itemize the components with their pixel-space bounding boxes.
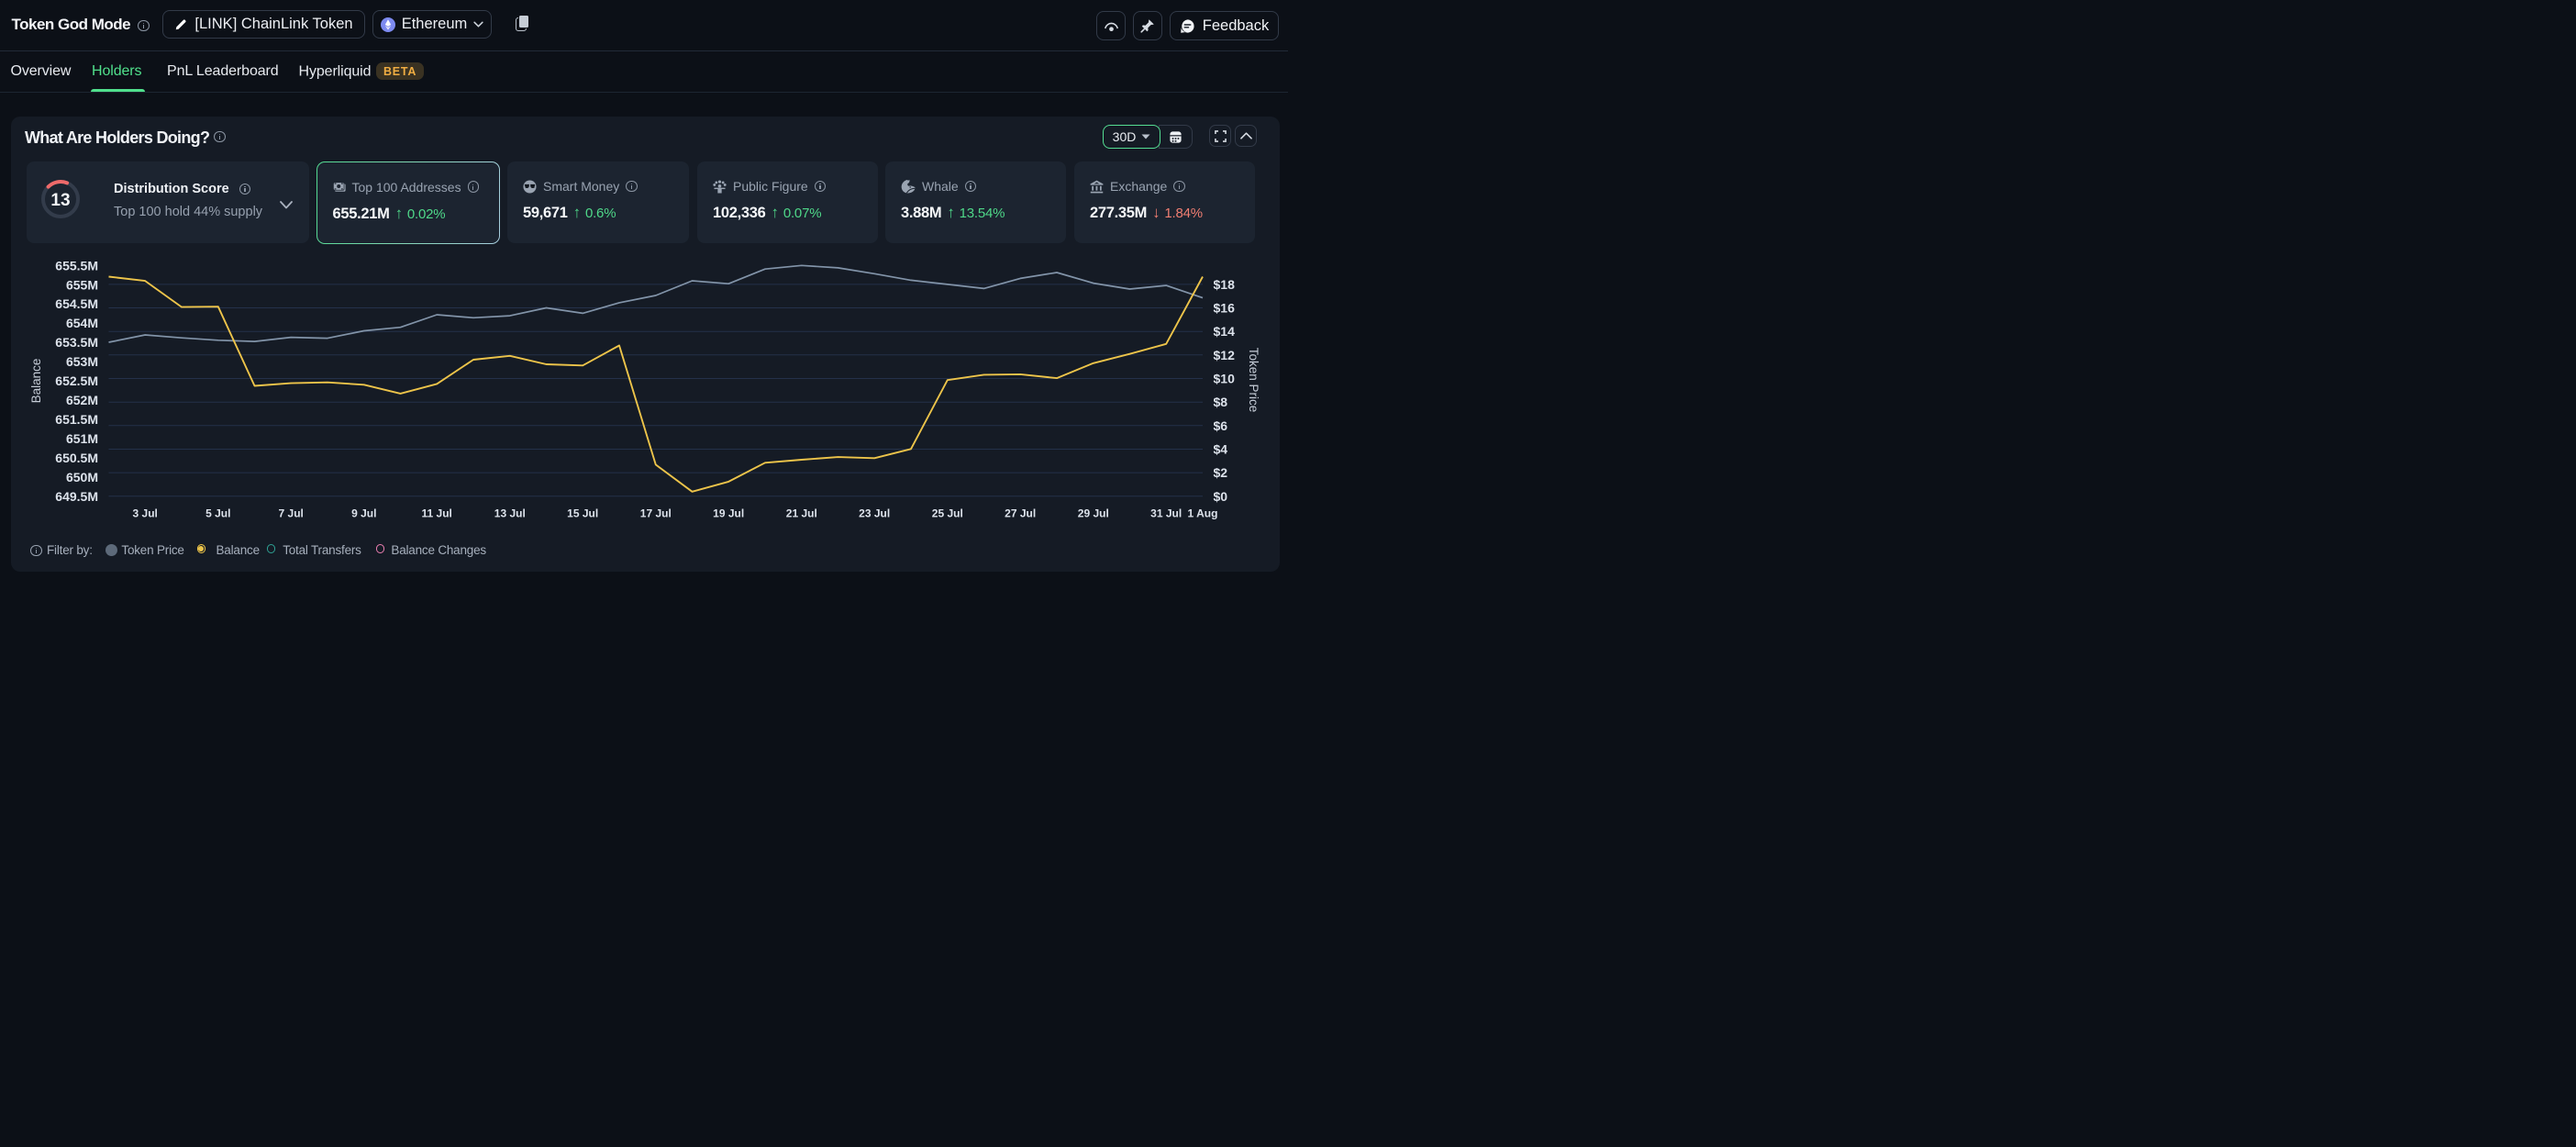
svg-text:651.5M: 651.5M	[55, 412, 98, 427]
svg-text:$18: $18	[1214, 277, 1236, 292]
svg-text:$16: $16	[1214, 301, 1236, 316]
svg-text:Token Price: Token Price	[1247, 348, 1260, 413]
svg-text:651M: 651M	[66, 431, 98, 446]
svg-text:27 Jul: 27 Jul	[1005, 507, 1036, 520]
svg-text:25 Jul: 25 Jul	[932, 507, 963, 520]
svg-text:23 Jul: 23 Jul	[859, 507, 890, 520]
svg-text:$0: $0	[1214, 489, 1228, 504]
svg-text:19 Jul: 19 Jul	[713, 507, 744, 520]
svg-text:655M: 655M	[66, 277, 98, 292]
svg-text:653M: 653M	[66, 354, 98, 369]
svg-text:$14: $14	[1214, 324, 1236, 339]
svg-text:13 Jul: 13 Jul	[494, 507, 526, 520]
svg-text:15 Jul: 15 Jul	[567, 507, 598, 520]
svg-text:650M: 650M	[66, 470, 98, 484]
svg-text:$4: $4	[1214, 442, 1228, 457]
svg-text:1 Aug: 1 Aug	[1188, 507, 1218, 520]
svg-text:31 Jul: 31 Jul	[1150, 507, 1182, 520]
svg-text:653.5M: 653.5M	[55, 335, 98, 350]
svg-text:$10: $10	[1214, 372, 1236, 386]
svg-text:11 Jul: 11 Jul	[422, 507, 452, 520]
svg-text:29 Jul: 29 Jul	[1078, 507, 1109, 520]
svg-text:654M: 654M	[66, 316, 98, 330]
svg-text:5 Jul: 5 Jul	[205, 507, 230, 520]
svg-text:Balance: Balance	[29, 359, 43, 404]
svg-text:9 Jul: 9 Jul	[351, 507, 376, 520]
svg-text:652M: 652M	[66, 393, 98, 407]
svg-text:17 Jul: 17 Jul	[640, 507, 672, 520]
svg-text:655.5M: 655.5M	[55, 258, 98, 273]
svg-text:652.5M: 652.5M	[55, 373, 98, 388]
svg-text:$8: $8	[1214, 395, 1228, 409]
svg-text:649.5M: 649.5M	[55, 489, 98, 504]
svg-text:21 Jul: 21 Jul	[786, 507, 817, 520]
svg-text:$6: $6	[1214, 418, 1228, 433]
svg-text:3 Jul: 3 Jul	[133, 507, 158, 520]
svg-text:$2: $2	[1214, 465, 1228, 480]
svg-text:654.5M: 654.5M	[55, 296, 98, 311]
svg-text:650.5M: 650.5M	[55, 451, 98, 465]
svg-text:$12: $12	[1214, 348, 1236, 362]
svg-text:7 Jul: 7 Jul	[279, 507, 304, 520]
